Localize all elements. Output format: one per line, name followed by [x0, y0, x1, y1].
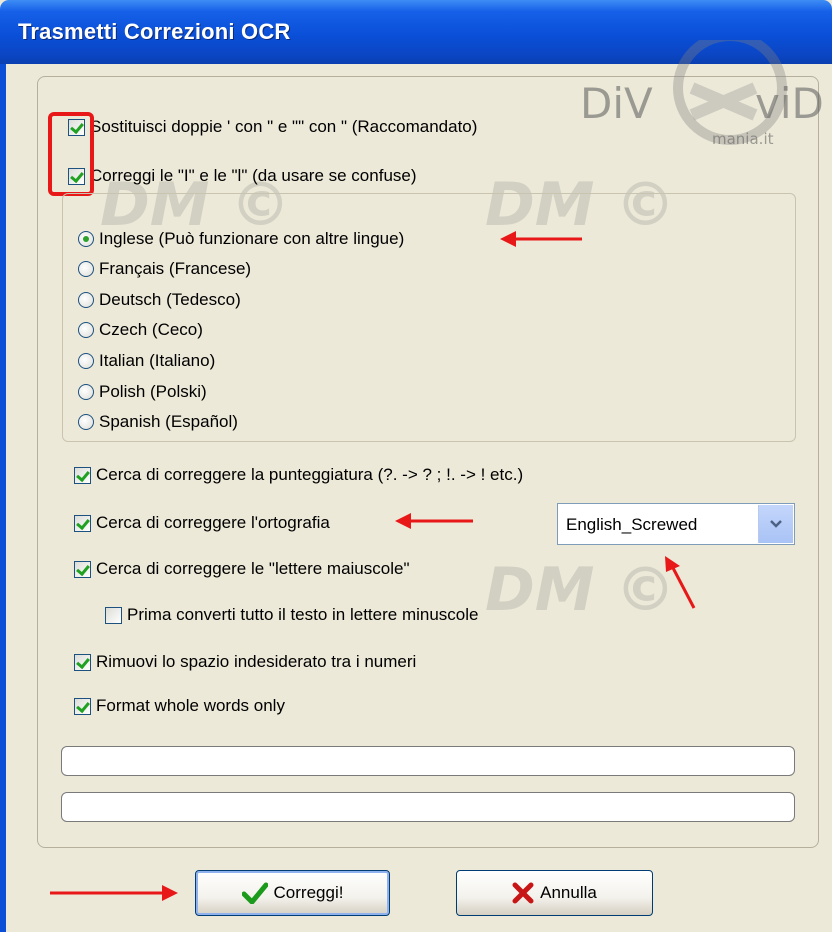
whole-words-label: Format whole words only	[96, 696, 285, 715]
punctuation-option[interactable]: Cerca di correggere la punteggiatura (?.…	[74, 465, 523, 485]
capitals-checkbox[interactable]	[74, 560, 91, 578]
capitals-label: Cerca di correggere le "lettere maiuscol…	[96, 559, 410, 578]
capitals-option[interactable]: Cerca di correggere le "lettere maiuscol…	[74, 559, 410, 579]
annotation-arrow-dropdown	[665, 556, 696, 609]
chevron-down-icon[interactable]	[758, 505, 793, 543]
number-spaces-option[interactable]: Rimuovi lo spazio indesiderato tra i num…	[74, 652, 416, 672]
radio-german[interactable]	[78, 292, 94, 308]
radio-english[interactable]	[78, 231, 94, 247]
close-icon	[512, 882, 534, 904]
number-spaces-label: Rimuovi lo spazio indesiderato tra i num…	[96, 652, 417, 671]
annotation-arrow-language	[500, 231, 582, 247]
cancel-button[interactable]: Annulla	[456, 870, 653, 916]
radio-polish[interactable]	[78, 384, 94, 400]
lowercase-first-option[interactable]: Prima converti tutto il testo in lettere…	[105, 605, 478, 625]
replace-quotes-option[interactable]: Sostituisci doppie ' con " e "" con " (R…	[68, 117, 477, 137]
language-option-polish[interactable]: Polish (Polski)	[78, 382, 207, 402]
replace-quotes-label: Sostituisci doppie ' con " e "" con " (R…	[90, 117, 478, 136]
language-option-english[interactable]: Inglese (Può funzionare con altre lingue…	[78, 229, 404, 249]
window-frame	[0, 64, 6, 932]
lowercase-first-checkbox[interactable]	[105, 606, 122, 624]
fix-i-l-label: Correggi le "I" e le "l" (da usare se co…	[90, 166, 417, 185]
progress-field-1	[61, 746, 795, 776]
annotation-highlight-box	[48, 112, 94, 196]
checkmark-icon	[241, 882, 268, 904]
window-title: Trasmetti Correzioni OCR	[18, 19, 291, 44]
annotation-arrow-button	[50, 885, 178, 901]
whole-words-checkbox[interactable]	[74, 697, 91, 715]
dictionary-selected-value: English_Screwed	[566, 515, 698, 534]
fix-i-l-option[interactable]: Correggi le "I" e le "l" (da usare se co…	[68, 166, 417, 186]
spelling-checkbox[interactable]	[74, 514, 91, 532]
divxvid-watermark-logo: DiV viD mania.it	[580, 40, 824, 148]
svg-text:DiV: DiV	[580, 79, 653, 128]
whole-words-option[interactable]: Format whole words only	[74, 696, 285, 716]
svg-text:viD: viD	[755, 79, 824, 128]
correct-button-label: Correggi!	[273, 883, 344, 902]
cancel-button-label: Annulla	[540, 883, 597, 902]
language-label: Spanish (Español)	[99, 412, 238, 431]
svg-text:mania.it: mania.it	[712, 130, 774, 148]
annotation-arrow-spelling	[395, 513, 473, 529]
radio-french[interactable]	[78, 261, 94, 277]
number-spaces-checkbox[interactable]	[74, 653, 91, 671]
language-label: Polish (Polski)	[99, 382, 207, 401]
correct-button[interactable]: Correggi!	[195, 870, 390, 916]
language-option-italian[interactable]: Italian (Italiano)	[78, 351, 215, 371]
language-option-spanish[interactable]: Spanish (Español)	[78, 412, 238, 432]
radio-italian[interactable]	[78, 353, 94, 369]
language-label: Français (Francese)	[99, 259, 252, 278]
language-label: Czech (Ceco)	[99, 320, 203, 339]
spelling-label: Cerca di correggere l'ortografia	[96, 513, 330, 532]
dictionary-dropdown[interactable]: English_Screwed	[557, 503, 795, 545]
radio-czech[interactable]	[78, 322, 94, 338]
language-option-czech[interactable]: Czech (Ceco)	[78, 320, 203, 340]
punctuation-label: Cerca di correggere la punteggiatura (?.…	[96, 465, 524, 484]
progress-field-2	[61, 792, 795, 822]
language-label: Italian (Italiano)	[99, 351, 216, 370]
punctuation-checkbox[interactable]	[74, 466, 91, 484]
language-option-french[interactable]: Français (Francese)	[78, 259, 251, 279]
watermark-text: DM ©	[485, 555, 676, 625]
language-option-german[interactable]: Deutsch (Tedesco)	[78, 290, 241, 310]
lowercase-first-label: Prima converti tutto il testo in lettere…	[127, 605, 479, 624]
radio-spanish[interactable]	[78, 414, 94, 430]
language-label: Deutsch (Tedesco)	[99, 290, 241, 309]
spelling-option[interactable]: Cerca di correggere l'ortografia	[74, 513, 330, 533]
language-label: Inglese (Può funzionare con altre lingue…	[99, 229, 405, 248]
